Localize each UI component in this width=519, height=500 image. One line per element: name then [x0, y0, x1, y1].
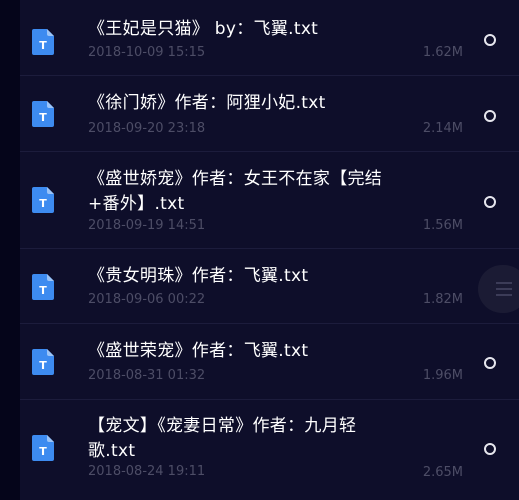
file-row[interactable]: T 《盛世荣宠》作者：飞翼.txt 2018-08-31 01:32 1.96M: [20, 324, 519, 400]
select-radio[interactable]: [484, 443, 496, 455]
file-name: 【宠文】《宠妻日常》作者：九月轻 歌.txt: [88, 416, 357, 461]
file-name: 《徐门娇》作者：阿狸小妃.txt: [88, 93, 326, 113]
scroll-handle[interactable]: [478, 265, 519, 313]
file-row[interactable]: T 《徐门娇》作者：阿狸小妃.txt 2018-09-20 23:18 2.14…: [20, 76, 519, 152]
file-name: 《王妃是只猫》 by：飞翼.txt: [88, 19, 319, 39]
file-size: 2.14M: [422, 121, 463, 136]
file-row[interactable]: T 【宠文】《宠妻日常》作者：九月轻 歌.txt 2018-08-24 19:1…: [20, 400, 519, 500]
file-date: 2018-09-06 00:22: [88, 292, 206, 307]
file-name: 《盛世娇宠》作者：女王不在家【完结 +番外】.txt: [88, 169, 383, 214]
svg-text:T: T: [39, 39, 47, 52]
txt-file-icon: T: [32, 274, 54, 300]
file-date: 2018-09-19 14:51: [88, 218, 206, 233]
file-date: 2018-08-31 01:32: [88, 368, 206, 383]
file-date: 2018-10-09 15:15: [88, 45, 206, 60]
select-radio[interactable]: [484, 34, 496, 46]
file-size: 1.62M: [422, 45, 463, 60]
txt-file-icon: T: [32, 187, 54, 213]
file-size: 1.56M: [422, 218, 463, 233]
file-date: 2018-08-24 19:11: [88, 464, 206, 479]
svg-text:T: T: [39, 197, 47, 210]
txt-file-icon: T: [32, 29, 54, 55]
svg-text:T: T: [39, 111, 47, 124]
svg-text:T: T: [39, 445, 47, 458]
txt-file-icon: T: [32, 101, 54, 127]
file-name: 《盛世荣宠》作者：飞翼.txt: [88, 341, 309, 361]
svg-text:T: T: [39, 359, 47, 372]
file-size: 1.82M: [422, 292, 463, 307]
txt-file-icon: T: [32, 349, 54, 375]
file-size: 2.65M: [422, 465, 463, 480]
file-size: 1.96M: [422, 368, 463, 383]
txt-file-icon: T: [32, 435, 54, 461]
select-radio[interactable]: [484, 110, 496, 122]
select-radio[interactable]: [484, 196, 496, 208]
file-row[interactable]: T 《贵女明珠》作者：飞翼.txt 2018-09-06 00:22 1.82M: [20, 249, 519, 324]
select-radio[interactable]: [484, 357, 496, 369]
file-name: 《贵女明珠》作者：飞翼.txt: [88, 266, 309, 286]
file-date: 2018-09-20 23:18: [88, 121, 206, 136]
file-row[interactable]: T 《王妃是只猫》 by：飞翼.txt 2018-10-09 15:15 1.6…: [20, 0, 519, 76]
file-list: T 《王妃是只猫》 by：飞翼.txt 2018-10-09 15:15 1.6…: [20, 0, 519, 500]
file-row[interactable]: T 《盛世娇宠》作者：女王不在家【完结 +番外】.txt 2018-09-19 …: [20, 152, 519, 249]
svg-text:T: T: [39, 284, 47, 297]
